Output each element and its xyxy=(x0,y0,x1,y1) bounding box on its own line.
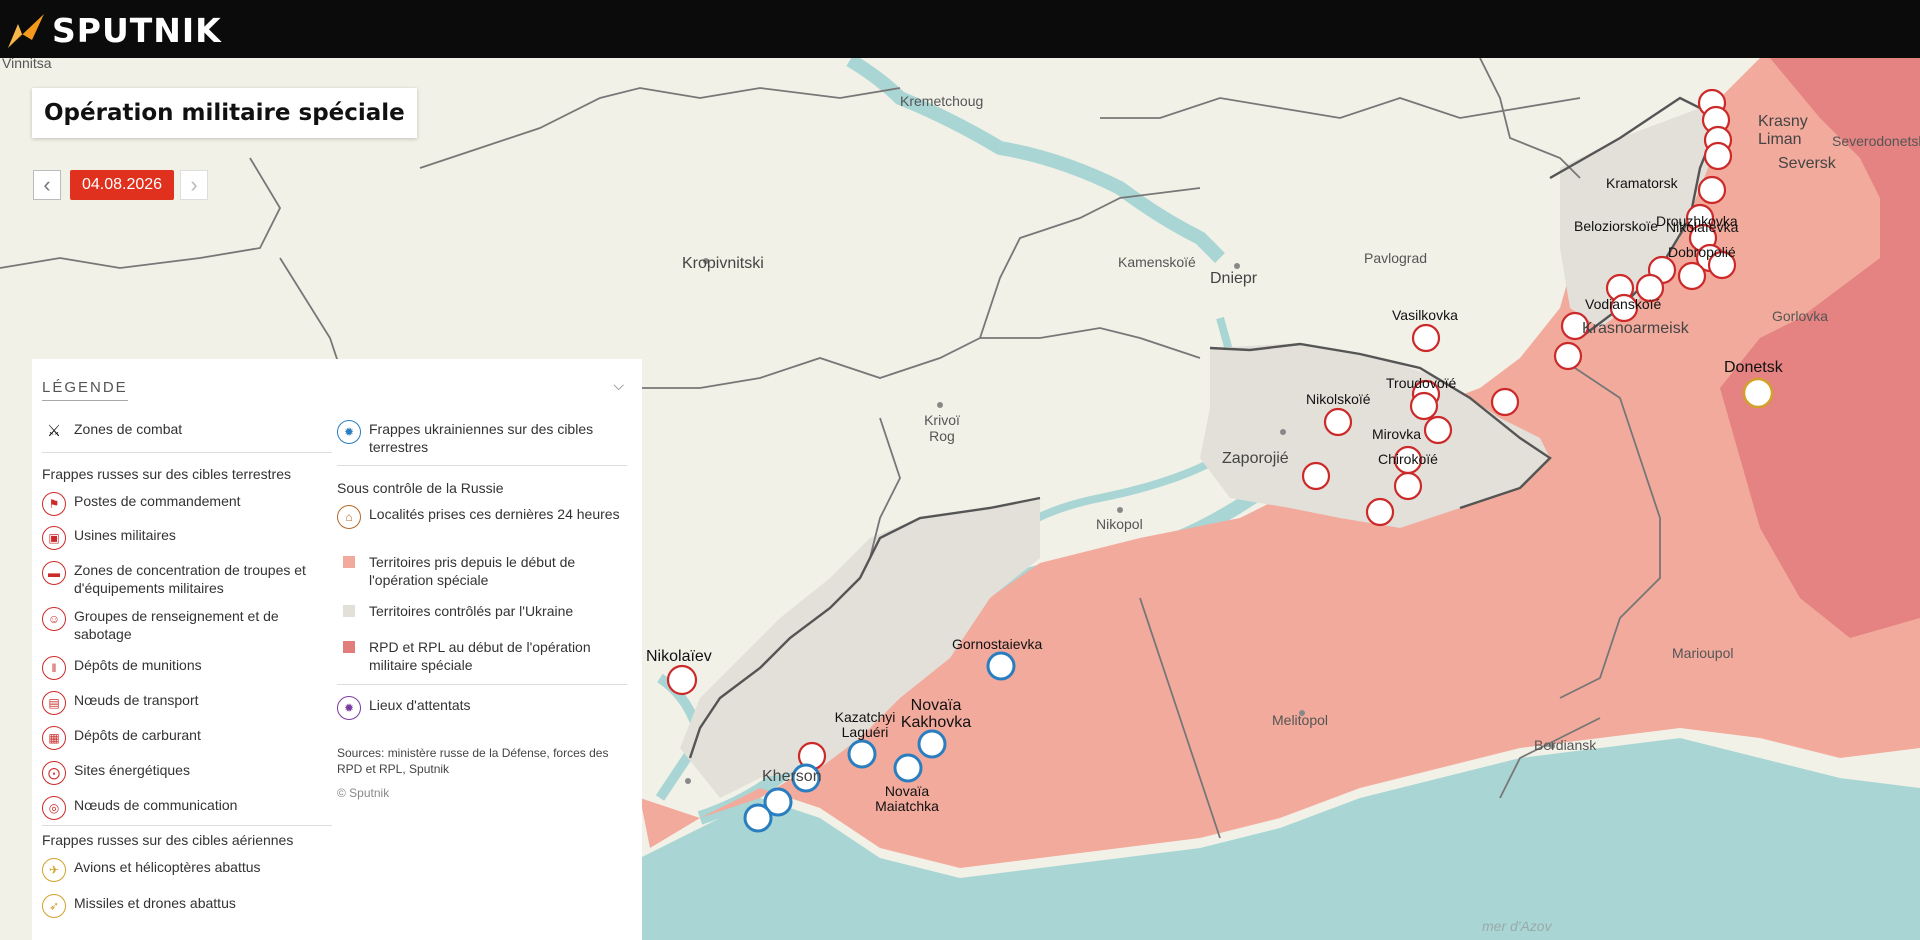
divider xyxy=(42,825,332,826)
city-label: Marioupol xyxy=(1672,645,1734,661)
legend-item-ukrainian-strikes: ✹ Frappes ukrainiennes sur des cibles ter… xyxy=(337,420,627,456)
legend-item-aircraft-downed: ✈ Avions et hélicoptères abattus xyxy=(42,858,332,882)
legend-item-sabotage-groups: ☺ Groupes de renseignement et de sabotage xyxy=(42,607,332,643)
rifle-icon: ⚔ xyxy=(46,423,62,440)
city-label: Nikolskoïé xyxy=(1306,391,1371,407)
header-bar: SPUTNIK xyxy=(0,0,1920,58)
city-label: Kropivnitski xyxy=(682,255,764,272)
city-label: Novaïa Kakhovka xyxy=(900,697,972,731)
soldier-icon: ☺ xyxy=(42,607,66,631)
legend-item-command-posts: ⚑ Postes de commandement xyxy=(42,492,332,516)
map-title-box: Opération militaire spéciale xyxy=(32,88,417,138)
city-label: Kherson xyxy=(762,768,822,785)
city-label: Severodonetsk xyxy=(1832,133,1920,149)
legend-item-ammo-depots: ‖ Dépôts de munitions xyxy=(42,656,332,680)
city-label: Beloziorskoïe xyxy=(1574,218,1659,234)
city-label: Vinnitsa xyxy=(2,55,52,71)
city-label: mer d'Azov xyxy=(1482,918,1552,934)
plane-icon: ✈ xyxy=(42,858,66,882)
legend-item-localities-24h: ⌂ Localités prises ces dernières 24 heure… xyxy=(337,505,627,529)
legend-item-territories-taken: Territoires pris depuis le début de l'op… xyxy=(337,553,627,589)
city-label: Donetsk xyxy=(1724,359,1783,376)
city-label: Nikolaïevka xyxy=(1666,219,1739,235)
city-label: Kamenskoïé xyxy=(1118,254,1196,270)
antenna-icon: ◎ xyxy=(42,796,66,820)
city-label: Zaporojié xyxy=(1222,450,1289,467)
blast-icon: ✹ xyxy=(337,420,361,444)
city-label: Krivoï Rog xyxy=(924,412,960,444)
brand-name: SPUTNIK xyxy=(52,10,222,50)
sources-note: Sources: ministère russe de la Défense, … xyxy=(337,746,609,776)
legend-item-military-plants: ▣ Usines militaires xyxy=(42,526,332,550)
swatch-dpr-lpr xyxy=(343,641,355,653)
city-label: Pavlograd xyxy=(1364,250,1428,266)
flag-icon: ⚑ xyxy=(42,492,66,516)
city-label: Kramatorsk xyxy=(1606,175,1678,191)
city-label: Melitopol xyxy=(1272,712,1329,728)
factory-icon: ▣ xyxy=(42,526,66,550)
legend-title: LÉGENDE xyxy=(42,379,128,401)
section-russian-control: Sous contrôle de la Russie xyxy=(337,480,504,496)
city-label: Vodianskoïé xyxy=(1585,296,1662,312)
legend-item-attack-sites: ✹ Lieux d'attentats xyxy=(337,696,627,720)
city-label: Kremetchoug xyxy=(900,93,984,109)
legend-panel: LÉGENDE ⌵ ⚔ Zones de combat Frappes russ… xyxy=(32,359,642,940)
building-icon: ⌂ xyxy=(337,505,361,529)
city-label: Nikopol xyxy=(1096,516,1143,532)
section-air-strikes: Frappes russes sur des cibles aériennes xyxy=(42,832,294,848)
truck-icon: ▬ xyxy=(42,561,66,585)
legend-item-communication-hubs: ◎ Nœuds de communication xyxy=(42,796,332,820)
legend-item-transport-hubs: ▤ Nœuds de transport xyxy=(42,691,332,715)
missile-icon: ➶ xyxy=(42,894,66,918)
city-label: Nikolaïev xyxy=(646,648,712,665)
city-label: Mirovka xyxy=(1372,426,1422,442)
divider xyxy=(337,465,627,466)
legend-item-ukraine-controlled: Territoires contrôlés par l'Ukraine xyxy=(337,602,627,620)
sputnik-logo[interactable]: SPUTNIK xyxy=(6,10,222,50)
legend-item-troop-concentration: ▬ Zones de concentration de troupes et d'… xyxy=(42,561,332,597)
legend-collapse-chevron-icon[interactable]: ⌵ xyxy=(613,377,624,394)
power-pylon-icon: ⨀ xyxy=(42,761,66,785)
swatch-ukraine xyxy=(343,605,355,617)
city-label: Seversk xyxy=(1778,155,1836,172)
legend-item-energy-sites: ⨀ Sites énergétiques xyxy=(42,761,332,785)
ammo-icon: ‖ xyxy=(42,656,66,680)
legend-item-combat: ⚔ Zones de combat xyxy=(42,420,292,444)
legend-item-missiles-downed: ➶ Missiles et drones abattus xyxy=(42,894,332,918)
city-label: Novaïa Maiatchka xyxy=(875,783,939,814)
city-label: Berdiansk xyxy=(1534,737,1597,753)
legend-item-fuel-depots: ▦ Dépôts de carburant xyxy=(42,726,332,750)
legend-item-dpr-lpr: RPD et RPL au début de l'opération milit… xyxy=(337,638,627,674)
divider xyxy=(42,452,332,453)
current-date-badge[interactable]: 04.08.2026 xyxy=(70,170,174,200)
city-label: Chirokoïé xyxy=(1378,451,1438,467)
city-label: Krasny Liman xyxy=(1758,113,1808,148)
copyright-note: © Sputnik xyxy=(337,786,390,800)
fuel-icon: ▦ xyxy=(42,726,66,750)
city-label: Dniepr xyxy=(1210,270,1258,287)
city-label: Gornostaievka xyxy=(952,636,1043,652)
train-icon: ▤ xyxy=(42,691,66,715)
divider xyxy=(337,684,627,685)
city-label: Kazatchyi Laguéri xyxy=(834,709,896,740)
city-label: Vasilkovka xyxy=(1392,307,1458,323)
swatch-russia xyxy=(343,556,355,568)
next-date-button[interactable]: › xyxy=(180,170,208,200)
aircraft-downed-marker[interactable] xyxy=(1742,377,1774,409)
map-title: Opération militaire spéciale xyxy=(44,100,405,126)
city-label: Gorlovka xyxy=(1772,308,1829,324)
section-ground-strikes: Frappes russes sur des cibles terrestres xyxy=(42,466,291,482)
sputnik-arrow-icon xyxy=(8,14,44,48)
city-label: Dobropolié xyxy=(1668,244,1736,260)
city-label: Troudovoïé xyxy=(1386,375,1457,391)
city-label: Krasnoarmeisk xyxy=(1582,320,1689,337)
prev-date-button[interactable]: ‹ xyxy=(33,170,61,200)
explosion-icon: ✹ xyxy=(337,696,361,720)
